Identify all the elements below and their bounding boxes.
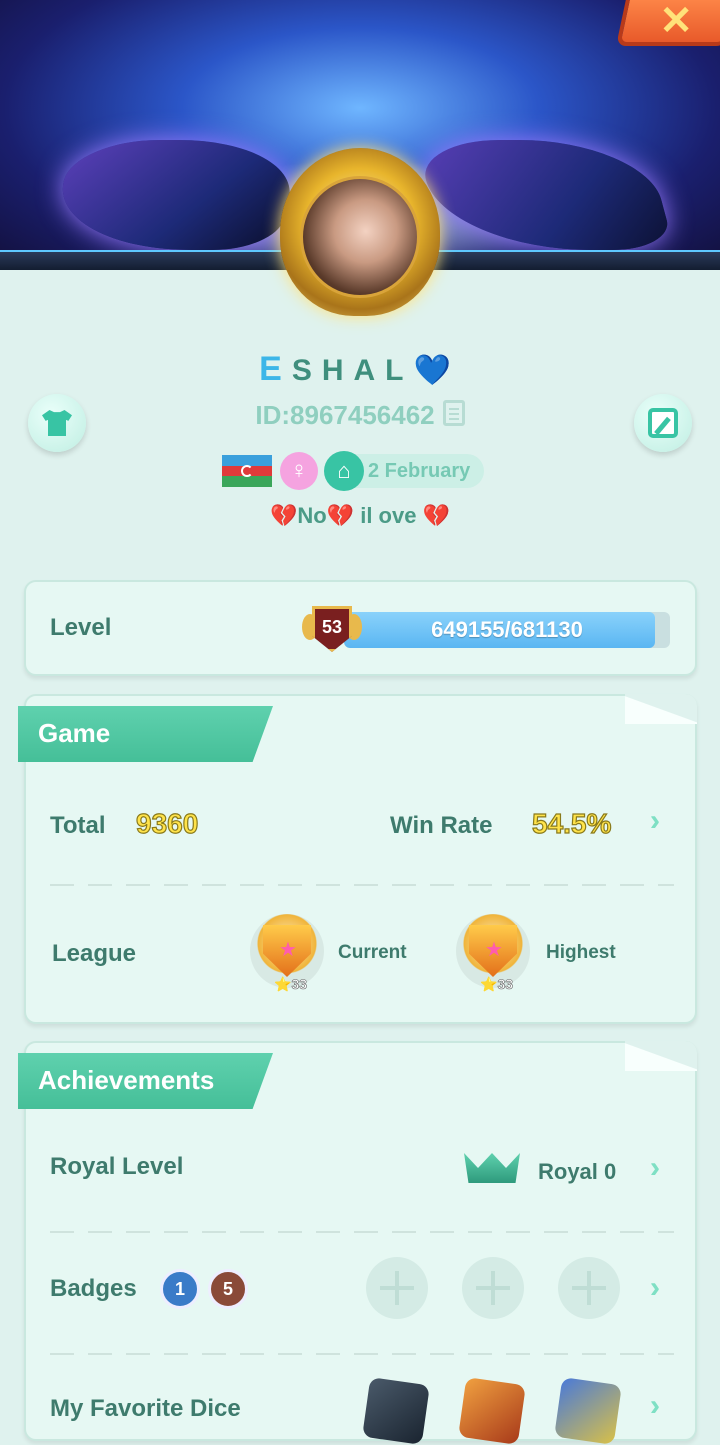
level-number: 53 [321, 616, 343, 637]
winrate-value: 54.5% [531, 807, 612, 839]
total-value: 9360 [135, 807, 199, 839]
league-label: League [52, 940, 137, 967]
page-fold [625, 1041, 697, 1071]
close-button[interactable]: ✕ [616, 0, 720, 46]
achievements-title: Achievements [38, 1065, 215, 1095]
name-rest: SHAL [291, 354, 414, 387]
favorite-dice-3[interactable] [554, 1377, 622, 1445]
favorite-dice-2[interactable] [458, 1377, 526, 1445]
female-gender-icon: ♀ [280, 452, 318, 490]
badge-slot-1[interactable] [366, 1257, 428, 1319]
badges-label: Badges [50, 1275, 137, 1302]
winrate-label: Win Rate [390, 812, 493, 839]
level-progress-text: 649155/681130 [431, 617, 583, 642]
highest-league-label: Highest [546, 942, 616, 963]
bronze-badge-count: 5 [208, 1269, 248, 1309]
royal-level-label: Royal Level [50, 1153, 184, 1180]
game-card: Game Total 9360 Win Rate 54.5% ›› League… [18, 694, 697, 1024]
blue-badge-count: 1 [160, 1269, 200, 1309]
game-title: Game [38, 718, 111, 748]
achievements-card: Achievements Royal Level Royal 0 ›› Badg… [18, 1041, 697, 1445]
divider [50, 1353, 674, 1355]
level-progress-bar: 649155/681130 [344, 612, 670, 648]
game-tab-header: Game [18, 706, 273, 762]
azerbaijan-flag-icon [222, 455, 272, 488]
current-league-stars: ⭐33 [274, 976, 308, 993]
birthday-tag: ⌂ 2 February [324, 451, 485, 491]
divider [50, 884, 674, 886]
close-icon: ✕ [659, 0, 694, 43]
status-message: 💔No💔 il ove 💔 [270, 503, 450, 528]
player-id: ID:8967456462 [255, 400, 435, 430]
level-label: Level [50, 614, 112, 641]
birthday-text: 2 February [368, 459, 471, 482]
level-badge: 53 [302, 606, 362, 656]
avatar[interactable] [300, 176, 420, 298]
achievements-tab-header: Achievements [18, 1053, 273, 1109]
player-id-row: ID:8967456462 [0, 400, 720, 431]
badge-slot-2[interactable] [462, 1257, 524, 1319]
highest-league-stars: ⭐33 [480, 976, 514, 993]
total-label: Total [50, 812, 106, 839]
level-card: Level 649155/681130 53 [24, 580, 697, 676]
player-name: ESHAL💙 [0, 350, 720, 389]
royal-crown-icon [464, 1143, 520, 1187]
page-fold [625, 694, 697, 724]
profile-tags: ♀ ⌂ 2 February [222, 451, 485, 491]
heart-icon: 💙 [413, 354, 461, 387]
badge-slot-3[interactable] [558, 1257, 620, 1319]
favorite-dice-label: My Favorite Dice [50, 1395, 241, 1422]
divider [50, 1231, 674, 1233]
cake-icon: ⌂ [324, 451, 364, 491]
name-initial: E [259, 350, 292, 388]
banner-mech-left [45, 140, 305, 250]
current-league-label: Current [338, 942, 407, 963]
royal-level-value: Royal 0 [538, 1159, 617, 1184]
favorite-dice-1[interactable] [362, 1377, 430, 1445]
copy-icon[interactable] [442, 400, 465, 426]
